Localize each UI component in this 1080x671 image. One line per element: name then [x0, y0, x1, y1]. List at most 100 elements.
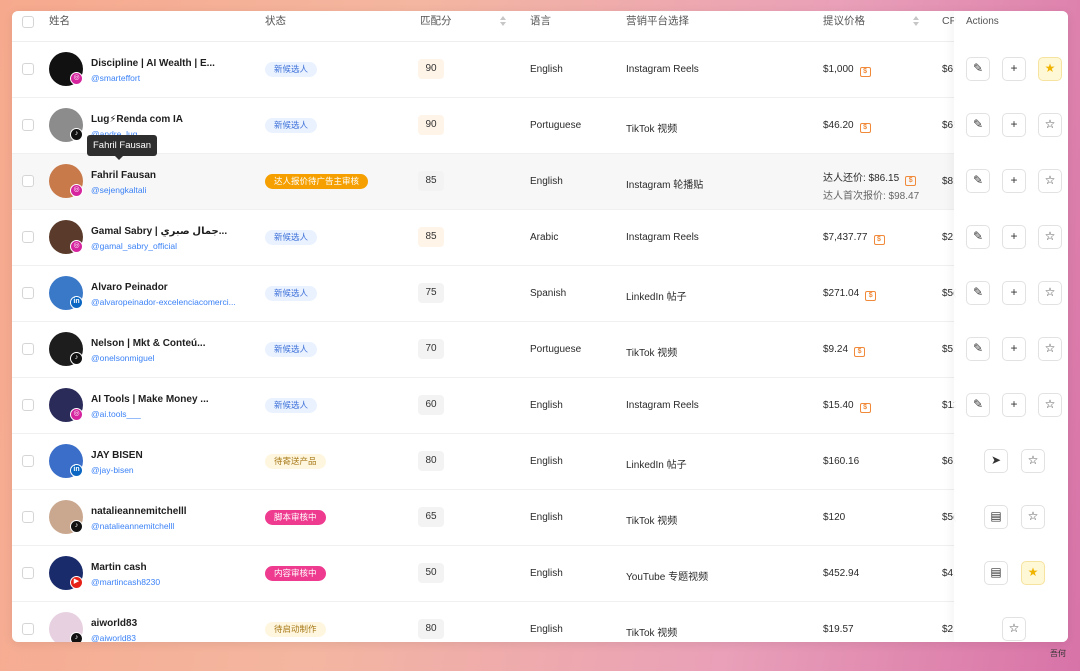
table-row[interactable]: ♪ aiworld83 @aiworld83 待启动制作 80 English …	[12, 602, 1068, 642]
user-edit-icon[interactable]: ✎	[966, 113, 990, 137]
counter-offer-icon[interactable]: $	[873, 235, 885, 245]
linkedin-icon: in	[70, 296, 83, 309]
match-score: 85	[418, 171, 444, 191]
user-add-icon[interactable]: +	[1002, 225, 1026, 249]
creator-name[interactable]: Lug⚡Renda com IA	[91, 114, 241, 125]
star-filled-icon[interactable]: ★	[1021, 561, 1045, 585]
row-checkbox[interactable]	[22, 287, 34, 299]
user-add-icon[interactable]: +	[1002, 337, 1026, 361]
table-row[interactable]: ▶ Martin cash @martincash8230 内容审核中 50 E…	[12, 546, 1068, 602]
star-icon[interactable]: ☆	[1038, 169, 1062, 193]
row-checkbox[interactable]	[22, 63, 34, 75]
counter-offer-icon[interactable]: $	[865, 291, 877, 301]
table-row[interactable]: ♪ Lug⚡Renda com IA @andre_lug 新候选人 90 Po…	[12, 98, 1068, 154]
column-platform[interactable]: 营销平台选择	[626, 11, 689, 42]
creator-name[interactable]: natalieannemitchelll	[91, 506, 241, 517]
star-icon[interactable]: ☆	[1021, 505, 1045, 529]
star-icon[interactable]: ☆	[1038, 281, 1062, 305]
table-row[interactable]: ♪ natalieannemitchelll @natalieannemitch…	[12, 490, 1068, 546]
column-name[interactable]: 姓名	[49, 11, 70, 42]
user-add-icon[interactable]: +	[1002, 113, 1026, 137]
creator-name[interactable]: Martin cash	[91, 562, 241, 573]
row-checkbox[interactable]	[22, 231, 34, 243]
price-value: 达人还价: $86.15	[823, 173, 900, 184]
creator-name[interactable]: Alvaro Peinador	[91, 282, 241, 293]
language-cell: English	[530, 400, 563, 411]
creator-handle[interactable]: @martincash8230	[91, 577, 241, 587]
column-price[interactable]: 提议价格	[823, 11, 865, 42]
star-filled-icon[interactable]: ★	[1038, 57, 1062, 81]
row-checkbox[interactable]	[22, 567, 34, 579]
document-icon[interactable]: ▤	[984, 561, 1008, 585]
creator-name[interactable]: Discipline | AI Wealth | E...	[91, 58, 241, 69]
creator-name[interactable]: Nelson | Mkt & Conteú...	[91, 338, 241, 349]
price-cell: $271.04 $	[823, 288, 877, 301]
counter-offer-icon[interactable]: $	[905, 176, 917, 186]
column-status[interactable]: 状态	[265, 11, 286, 42]
creator-name[interactable]: Fahril Fausan	[91, 170, 241, 181]
creator-handle[interactable]: @alvaropeinador-excelenciacomerci...	[91, 297, 241, 307]
creator-handle[interactable]: @onelsonmiguel	[91, 353, 241, 363]
star-icon[interactable]: ☆	[1038, 225, 1062, 249]
user-add-icon[interactable]: +	[1002, 169, 1026, 193]
creator-name[interactable]: JAY BISEN	[91, 450, 241, 461]
user-edit-icon[interactable]: ✎	[966, 225, 990, 249]
creator-handle[interactable]: @gamal_sabry_official	[91, 241, 241, 251]
price-cell: $120	[823, 512, 845, 523]
creator-handle[interactable]: @jay-bisen	[91, 465, 241, 475]
counter-offer-icon[interactable]: $	[859, 403, 871, 413]
table-row[interactable]: ◎ Discipline | AI Wealth | E... @smartef…	[12, 42, 1068, 98]
user-edit-icon[interactable]: ✎	[966, 337, 990, 361]
user-add-icon[interactable]: +	[1002, 57, 1026, 81]
row-checkbox[interactable]	[22, 399, 34, 411]
table-row[interactable]: in Alvaro Peinador @alvaropeinador-excel…	[12, 266, 1068, 322]
row-checkbox[interactable]	[22, 175, 34, 187]
name-tooltip: Fahril Fausan	[87, 135, 158, 160]
linkedin-icon: in	[70, 464, 83, 477]
star-icon[interactable]: ☆	[1021, 449, 1045, 473]
status-badge: 新候选人	[265, 342, 318, 357]
sort-match-icon[interactable]	[500, 16, 506, 26]
row-checkbox[interactable]	[22, 623, 34, 635]
table-row[interactable]: ◎ Fahril Fausan @sejengkaltali 达人报价待广告主审…	[12, 154, 1068, 210]
sort-price-icon[interactable]	[913, 16, 919, 26]
row-checkbox[interactable]	[22, 343, 34, 355]
creator-handle[interactable]: @ai.tools___	[91, 409, 241, 419]
creator-name[interactable]: Gamal Sabry | جمال صبري...	[91, 226, 241, 237]
row-checkbox[interactable]	[22, 119, 34, 131]
counter-offer-icon[interactable]: $	[859, 67, 871, 77]
creator-name[interactable]: aiworld83	[91, 618, 241, 629]
column-match[interactable]: 匹配分	[420, 11, 452, 42]
creator-handle[interactable]: @smarteffort	[91, 73, 241, 83]
column-language[interactable]: 语言	[530, 11, 551, 42]
match-score: 90	[418, 115, 444, 135]
send-icon[interactable]: ➤	[984, 449, 1008, 473]
table-row[interactable]: in JAY BISEN @jay-bisen 待寄送产品 80 English…	[12, 434, 1068, 490]
counter-offer-icon[interactable]: $	[854, 347, 866, 357]
user-edit-icon[interactable]: ✎	[966, 57, 990, 81]
user-edit-icon[interactable]: ✎	[966, 281, 990, 305]
user-add-icon[interactable]: +	[1002, 393, 1026, 417]
table-row[interactable]: ◎ Gamal Sabry | جمال صبري... @gamal_sabr…	[12, 210, 1068, 266]
creator-name[interactable]: AI Tools | Make Money ...	[91, 394, 241, 405]
creator-handle[interactable]: @aiworld83	[91, 633, 241, 642]
influencer-table-panel: 姓名 状态 匹配分 语言 营销平台选择 提议价格 CP ◎ Discipline…	[12, 11, 1068, 642]
table-row[interactable]: ♪ Nelson | Mkt & Conteú... @onelsonmigue…	[12, 322, 1068, 378]
row-checkbox[interactable]	[22, 511, 34, 523]
creator-handle[interactable]: @sejengkaltali	[91, 185, 241, 195]
star-icon[interactable]: ☆	[1038, 337, 1062, 361]
row-checkbox[interactable]	[22, 455, 34, 467]
select-all-checkbox[interactable]	[22, 16, 34, 28]
table-row[interactable]: ◎ AI Tools | Make Money ... @ai.tools___…	[12, 378, 1068, 434]
user-edit-icon[interactable]: ✎	[966, 169, 990, 193]
star-icon[interactable]: ☆	[1038, 113, 1062, 137]
user-edit-icon[interactable]: ✎	[966, 393, 990, 417]
creator-handle[interactable]: @natalieannemitchelll	[91, 521, 241, 531]
star-icon[interactable]: ☆	[1002, 617, 1026, 641]
document-icon[interactable]: ▤	[984, 505, 1008, 529]
platform-cell: TikTok 视频	[626, 628, 678, 639]
user-add-icon[interactable]: +	[1002, 281, 1026, 305]
status-badge: 新候选人	[265, 230, 318, 245]
star-icon[interactable]: ☆	[1038, 393, 1062, 417]
counter-offer-icon[interactable]: $	[859, 123, 871, 133]
